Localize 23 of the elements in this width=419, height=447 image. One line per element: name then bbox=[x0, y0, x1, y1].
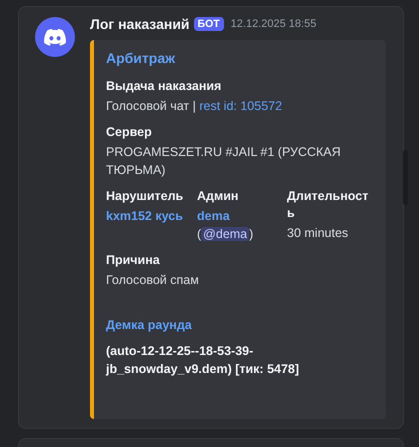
field-value: PROGAMESZET.RU #JAIL #1 (РУССКАЯ ТЮРЬМА) bbox=[106, 144, 342, 179]
link[interactable]: rest id: 105572 bbox=[199, 99, 282, 113]
field-name: Админ bbox=[197, 188, 240, 205]
author-name[interactable]: Лог наказаний bbox=[90, 16, 190, 32]
avatar-icon[interactable] bbox=[35, 17, 75, 57]
field-name: Выдача наказания bbox=[106, 78, 222, 95]
user-link[interactable]: dema bbox=[197, 209, 230, 223]
field-value: (auto-12-12-25--18-53-39-jb_snowday_v9.dem) [тик: 5478] bbox=[106, 344, 300, 376]
field-value: Голосовой чат | rest id: 105572 bbox=[106, 98, 284, 115]
field-name: Нарушитель bbox=[106, 188, 184, 205]
scrollbar-thumb[interactable] bbox=[403, 150, 408, 205]
field-name[interactable]: Демка раунда bbox=[106, 317, 374, 334]
field-name: Сервер bbox=[106, 124, 153, 141]
field-name: Длительность bbox=[287, 188, 369, 222]
mention-tag[interactable]: @dema bbox=[201, 227, 250, 241]
timestamp: 12.12.2025 18:55 bbox=[230, 18, 316, 30]
embed-title[interactable]: Арбитраж bbox=[106, 50, 374, 66]
field-value: 30 minutes bbox=[287, 225, 350, 242]
user-link[interactable]: kxm152 кусь bbox=[106, 209, 183, 223]
bot-badge: БОТ bbox=[194, 17, 224, 31]
field-name: Причина bbox=[106, 252, 161, 269]
field-value: Голосовой спам bbox=[106, 272, 200, 289]
field-value: ( @dema ) bbox=[197, 226, 254, 243]
